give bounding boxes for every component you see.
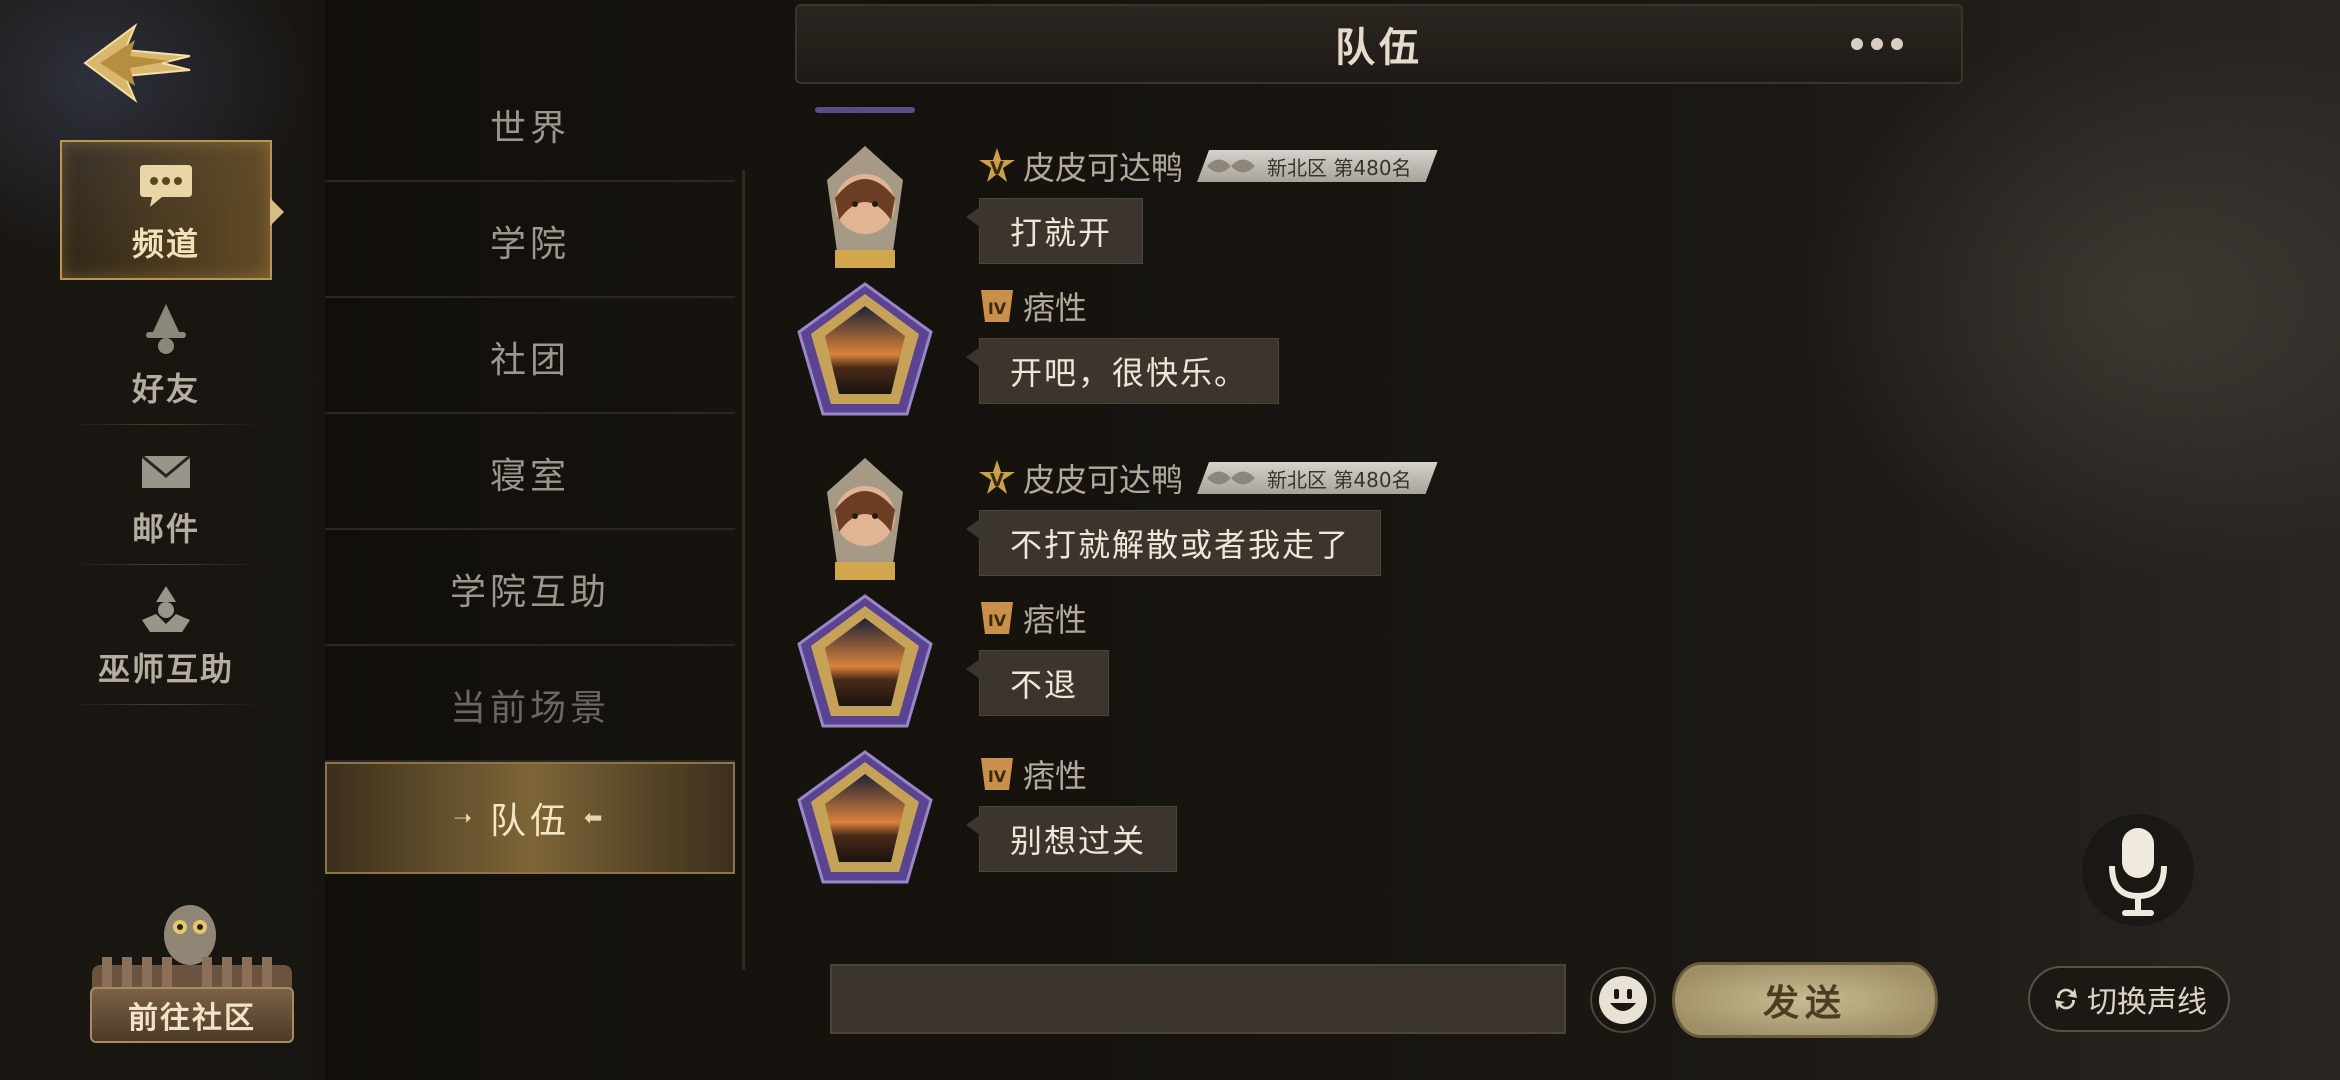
wizard-help-icon (142, 586, 190, 632)
laurel-icon (1203, 463, 1259, 493)
channel-label: 当前场景 (449, 688, 610, 729)
microphone-icon[interactable] (2078, 800, 2198, 940)
channel-academy-help[interactable]: 学院互助 (325, 534, 735, 646)
wizard-hat-icon (146, 304, 186, 354)
rank-iv-icon: IV (981, 602, 1013, 634)
active-indicator (270, 198, 284, 226)
nav-item-mail[interactable]: 邮件 (60, 425, 272, 565)
laurel-icon (1203, 151, 1259, 181)
rank-badge: 新北区 第480名 (1197, 462, 1438, 494)
sender-row: IV 痞性 (977, 595, 1087, 641)
send-button[interactable]: 发送 (1672, 962, 1938, 1038)
avatar[interactable] (795, 140, 935, 280)
message-bubble: 别想过关 (965, 806, 1178, 872)
channel-world[interactable]: 世界 (325, 70, 735, 182)
chat-screen: 频道 好友 邮件 巫师互助 前往社区 世界 学院 社团 寝室 学院互助 当前场景… (0, 0, 2340, 1080)
svg-text:V: V (990, 470, 1004, 491)
chat-message: IV 痞性 别想过关 (795, 748, 1895, 898)
sender-row: IV 痞性 (977, 751, 1087, 797)
chat-message: IV 痞性 开吧，很快乐。 (795, 280, 1895, 430)
sender-name[interactable]: 痞性 (1023, 751, 1087, 797)
sender-name[interactable]: 痞性 (1023, 595, 1087, 641)
arrow-deco-icon: ➝ (453, 805, 476, 831)
envelope-icon (141, 454, 191, 488)
channel-label: 学院 (489, 224, 570, 265)
switch-voice-label: 切换声线 (2087, 985, 2207, 1020)
arrow-deco-icon: ⬅ (584, 805, 607, 831)
message-bubble: 不打就解散或者我走了 (965, 510, 1382, 576)
avatar[interactable] (795, 280, 935, 420)
sender-name[interactable]: 皮皮可达鸭 (1023, 455, 1183, 501)
rank-badge-text: 新北区 第480名 (1267, 467, 1412, 492)
emoji-icon[interactable] (1588, 965, 1658, 1035)
rank-badge: 新北区 第480名 (1197, 150, 1438, 182)
refresh-icon (2055, 988, 2077, 1010)
message-bubble: 打就开 (965, 198, 1144, 264)
rank-v-icon: V (979, 460, 1015, 494)
chat-header: 队伍 (795, 4, 1963, 84)
channel-current-scene[interactable]: 当前场景 (325, 650, 735, 762)
community-label: 前往社区 (90, 987, 294, 1043)
svg-text:V: V (990, 158, 1004, 179)
channel-label: 世界 (489, 108, 570, 149)
nav-item-channel[interactable]: 频道 (60, 140, 284, 280)
rank-badge-text: 新北区 第480名 (1267, 155, 1412, 180)
message-bubble: 开吧，很快乐。 (965, 338, 1280, 404)
main-nav: 频道 好友 邮件 巫师互助 (60, 140, 284, 710)
avatar[interactable] (795, 452, 935, 592)
channel-label: 寝室 (489, 456, 570, 497)
rank-v-icon: V (979, 148, 1015, 182)
switch-voice-button[interactable]: 切换声线 (2028, 966, 2230, 1032)
channel-dorm[interactable]: 寝室 (325, 418, 735, 530)
sender-name[interactable]: 皮皮可达鸭 (1023, 143, 1183, 189)
community-button[interactable]: 前往社区 (82, 895, 302, 1065)
chat-message: V 皮皮可达鸭 新北区 第480名 打就开 (795, 140, 1895, 290)
scroll-indicator (815, 107, 915, 113)
svg-text:IV: IV (988, 299, 1007, 318)
nav-label: 频道 (131, 225, 200, 263)
rank-iv-icon: IV (981, 290, 1013, 322)
channel-academy[interactable]: 学院 (325, 186, 735, 298)
chat-message: IV 痞性 不退 (795, 592, 1895, 742)
chat-message: V 皮皮可达鸭 新北区 第480名 不打就解散或者我走了 (795, 452, 1895, 602)
message-input[interactable] (830, 964, 1566, 1034)
sender-row: V 皮皮可达鸭 新北区 第480名 (977, 455, 1438, 501)
channel-label: 社团 (489, 340, 570, 381)
nav-item-wizard-help[interactable]: 巫师互助 (60, 565, 272, 705)
channel-team[interactable]: ➝ 队伍 ⬅ (325, 762, 735, 874)
channel-list: 世界 学院 社团 寝室 学院互助 当前场景 ➝ 队伍 ⬅ (325, 0, 745, 1080)
sender-name[interactable]: 痞性 (1023, 283, 1087, 329)
more-options-icon[interactable] (1851, 38, 1903, 50)
nav-item-friends[interactable]: 好友 (60, 285, 272, 425)
avatar[interactable] (795, 748, 935, 888)
svg-text:IV: IV (988, 611, 1007, 630)
message-list[interactable]: V 皮皮可达鸭 新北区 第480名 打就开 IV 痞性 开吧，很快乐。 V 皮皮… (795, 140, 1963, 900)
avatar[interactable] (795, 592, 935, 732)
channel-label: 队伍 (489, 801, 570, 842)
svg-text:IV: IV (988, 767, 1007, 786)
divider (70, 704, 262, 705)
nav-label: 邮件 (131, 510, 200, 548)
channel-club[interactable]: 社团 (325, 302, 735, 414)
rank-iv-icon: IV (981, 758, 1013, 790)
scroll-track (742, 170, 745, 970)
sender-row: IV 痞性 (977, 283, 1087, 329)
sender-row: V 皮皮可达鸭 新北区 第480名 (977, 143, 1438, 189)
back-arrow-icon[interactable] (80, 18, 200, 108)
chat-bubble-icon (140, 165, 192, 207)
channel-label: 学院互助 (449, 572, 610, 613)
chat-title: 队伍 (1335, 25, 1423, 71)
nav-label: 巫师互助 (97, 650, 234, 688)
nav-label: 好友 (131, 370, 200, 408)
message-bubble: 不退 (965, 650, 1110, 716)
